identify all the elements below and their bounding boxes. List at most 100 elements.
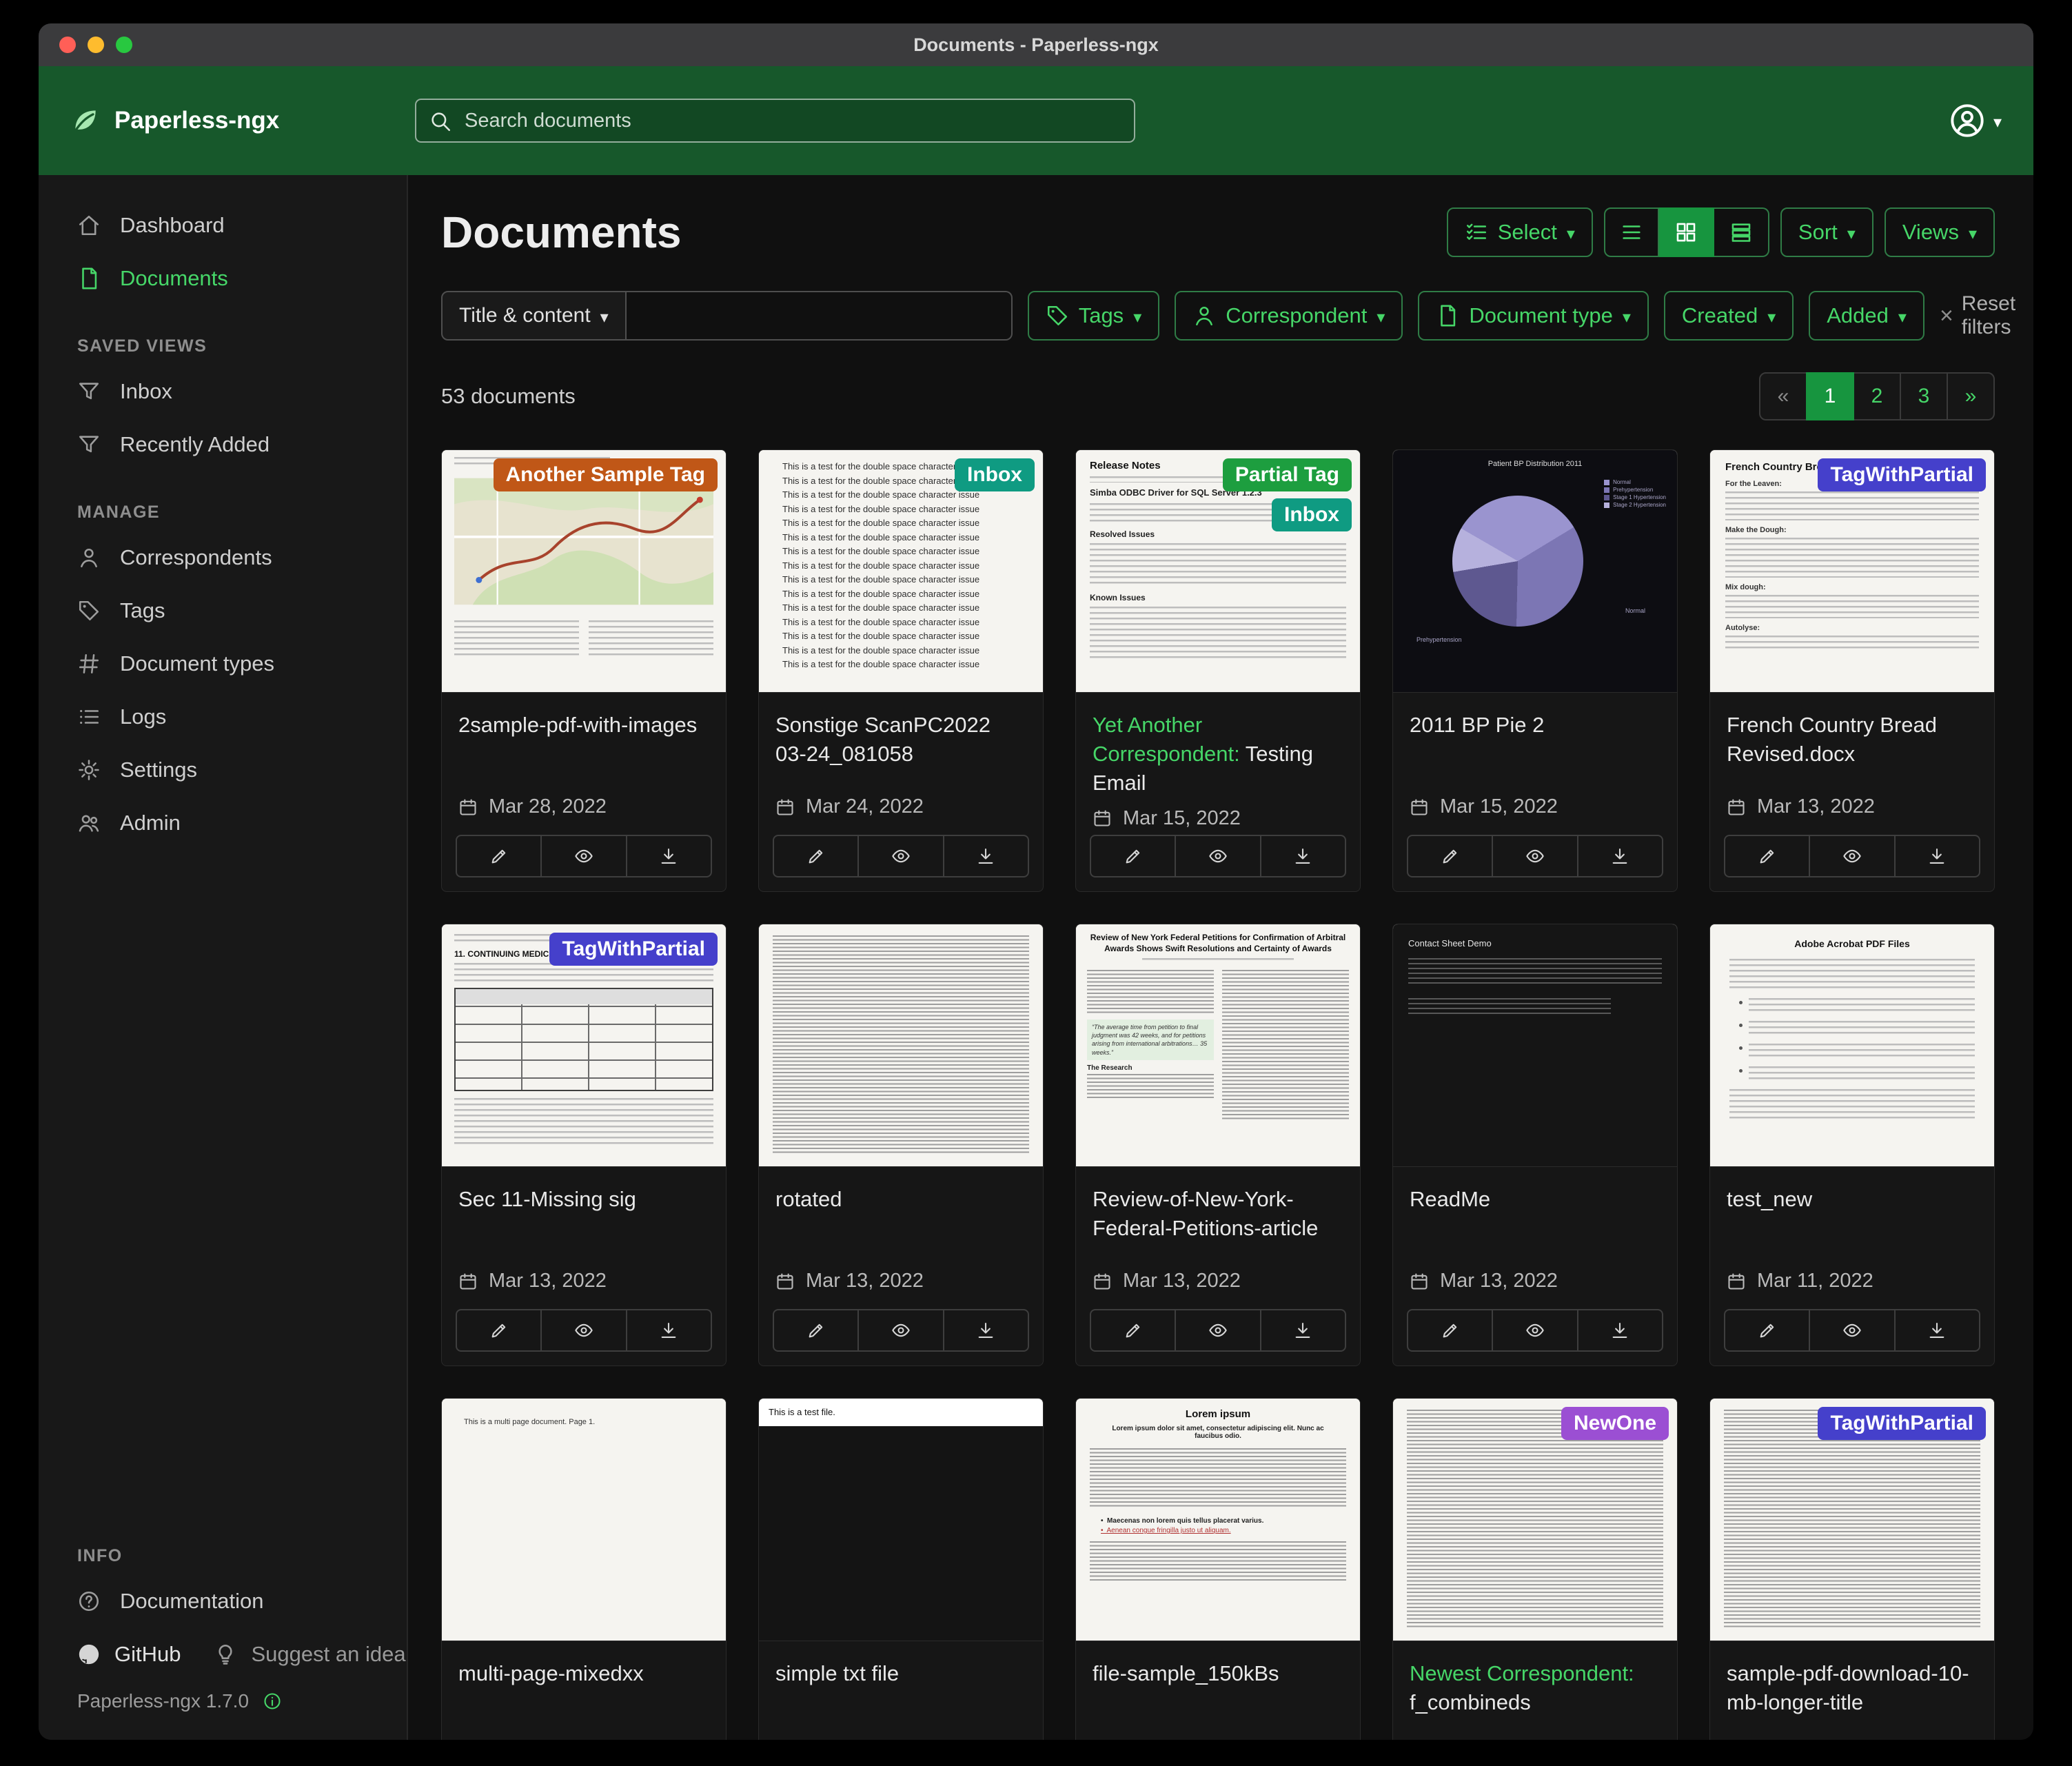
- edit-button[interactable]: [1091, 1310, 1175, 1350]
- document-title[interactable]: file-sample_150kBs: [1093, 1659, 1343, 1688]
- close-window-button[interactable]: [59, 37, 76, 53]
- pagination-page-1[interactable]: 1: [1806, 372, 1854, 420]
- created-filter-button[interactable]: Created ▾: [1664, 291, 1794, 341]
- sidebar-item-correspondents[interactable]: Correspondents: [39, 531, 407, 584]
- filter-query-input[interactable]: [627, 291, 1013, 341]
- document-title[interactable]: sample-pdf-download-10-mb-longer-title: [1727, 1659, 1978, 1717]
- pagination-page-2[interactable]: 2: [1853, 372, 1901, 420]
- view-list-button[interactable]: [1604, 207, 1659, 257]
- tag-badge-tagwithpartial[interactable]: TagWithPartial: [549, 933, 718, 966]
- edit-button[interactable]: [1408, 1310, 1492, 1350]
- pagination-next[interactable]: »: [1947, 372, 1995, 420]
- tag-badge-another-sample-tag[interactable]: Another Sample Tag: [494, 458, 718, 491]
- preview-button[interactable]: [1492, 1310, 1576, 1350]
- edit-button[interactable]: [1408, 836, 1492, 876]
- preview-button[interactable]: [1175, 836, 1259, 876]
- minimize-window-button[interactable]: [88, 37, 104, 53]
- download-button[interactable]: [1577, 836, 1662, 876]
- document-title[interactable]: ReadMe: [1410, 1185, 1660, 1214]
- pagination-page-3[interactable]: 3: [1900, 372, 1948, 420]
- pagination-prev[interactable]: «: [1759, 372, 1807, 420]
- edit-button[interactable]: [774, 1310, 857, 1350]
- tag-badge-inbox[interactable]: Inbox: [1272, 498, 1352, 531]
- document-thumbnail[interactable]: This is a test file.: [759, 1399, 1043, 1641]
- document-correspondent-link[interactable]: Newest Correspondent:: [1410, 1661, 1634, 1685]
- document-thumbnail[interactable]: This is a multi page document. Page 1.: [442, 1399, 726, 1641]
- sidebar-item-logs[interactable]: Logs: [39, 690, 407, 743]
- suggest-idea-link[interactable]: Suggest an idea: [214, 1642, 405, 1667]
- document-title[interactable]: test_new: [1727, 1185, 1978, 1214]
- download-button[interactable]: [626, 1310, 711, 1350]
- sidebar-item-admin[interactable]: Admin: [39, 796, 407, 849]
- document-correspondent-link[interactable]: Yet Another Correspondent:: [1093, 713, 1240, 766]
- download-button[interactable]: [1894, 1310, 1979, 1350]
- sidebar-item-tags[interactable]: Tags: [39, 584, 407, 637]
- tag-badge-newone[interactable]: NewOne: [1561, 1407, 1669, 1440]
- edit-button[interactable]: [1725, 836, 1809, 876]
- info-icon[interactable]: [263, 1692, 282, 1711]
- document-thumbnail[interactable]: Adobe Acrobat PDF Files: [1710, 924, 1994, 1167]
- document-title[interactable]: rotated: [775, 1185, 1026, 1214]
- download-button[interactable]: [1260, 1310, 1345, 1350]
- sidebar-item-documentation[interactable]: Documentation: [39, 1574, 407, 1627]
- title-content-dropdown[interactable]: Title & content ▾: [441, 291, 627, 341]
- edit-button[interactable]: [1091, 836, 1175, 876]
- document-title[interactable]: simple txt file: [775, 1659, 1026, 1688]
- sort-button[interactable]: Sort ▾: [1780, 207, 1873, 257]
- tag-badge-tagwithpartial[interactable]: TagWithPartial: [1818, 1407, 1986, 1440]
- views-button[interactable]: Views ▾: [1885, 207, 1995, 257]
- edit-button[interactable]: [457, 836, 540, 876]
- user-menu[interactable]: ▾: [1949, 103, 2002, 139]
- app-brand[interactable]: Paperless-ngx: [70, 105, 415, 136]
- document-thumbnail[interactable]: Lorem ipsum Lorem ipsum dolor sit amet, …: [1076, 1399, 1360, 1641]
- reset-filters-button[interactable]: × Reset filters: [1940, 292, 2015, 339]
- document-title[interactable]: Sec 11-Missing sig: [458, 1185, 709, 1214]
- sidebar-item-settings[interactable]: Settings: [39, 743, 407, 796]
- document-title[interactable]: Yet Another Correspondent: Testing Email: [1093, 711, 1343, 798]
- tag-badge-tagwithpartial[interactable]: TagWithPartial: [1818, 458, 1986, 491]
- sidebar-item-document-types[interactable]: Document types: [39, 637, 407, 690]
- document-title[interactable]: 2011 BP Pie 2: [1410, 711, 1660, 740]
- select-button[interactable]: Select ▾: [1447, 207, 1593, 257]
- edit-button[interactable]: [457, 1310, 540, 1350]
- edit-button[interactable]: [1725, 1310, 1809, 1350]
- download-button[interactable]: [943, 836, 1028, 876]
- download-button[interactable]: [1260, 836, 1345, 876]
- sidebar-item-inbox[interactable]: Inbox: [39, 365, 407, 418]
- document-title[interactable]: Review-of-New-York-Federal-Petitions-art…: [1093, 1185, 1343, 1243]
- document-thumbnail[interactable]: Contact Sheet Demo: [1393, 924, 1677, 1167]
- preview-button[interactable]: [540, 1310, 625, 1350]
- document-title[interactable]: Newest Correspondent: f_combineds: [1410, 1659, 1660, 1717]
- preview-button[interactable]: [540, 836, 625, 876]
- preview-button[interactable]: [1809, 836, 1893, 876]
- view-details-button[interactable]: [1714, 207, 1769, 257]
- search-input[interactable]: [415, 99, 1135, 143]
- document-thumbnail[interactable]: Review of New York Federal Petitions for…: [1076, 924, 1360, 1167]
- sidebar-item-documents[interactable]: Documents: [39, 252, 407, 305]
- preview-button[interactable]: [1175, 1310, 1259, 1350]
- document-title[interactable]: 2sample-pdf-with-images: [458, 711, 709, 740]
- preview-button[interactable]: [1809, 1310, 1893, 1350]
- sidebar-item-dashboard[interactable]: Dashboard: [39, 199, 407, 252]
- preview-button[interactable]: [857, 836, 942, 876]
- correspondent-filter-button[interactable]: Correspondent ▾: [1175, 291, 1403, 341]
- download-button[interactable]: [1894, 836, 1979, 876]
- document-type-filter-button[interactable]: Document type ▾: [1418, 291, 1649, 341]
- download-button[interactable]: [1577, 1310, 1662, 1350]
- document-title[interactable]: Sonstige ScanPC2022 03-24_081058: [775, 711, 1026, 769]
- sidebar-item-recently-added[interactable]: Recently Added: [39, 418, 407, 471]
- download-button[interactable]: [626, 836, 711, 876]
- document-title[interactable]: French Country Bread Revised.docx: [1727, 711, 1978, 769]
- github-link[interactable]: GitHub: [77, 1642, 181, 1667]
- added-filter-button[interactable]: Added ▾: [1809, 291, 1924, 341]
- preview-button[interactable]: [857, 1310, 942, 1350]
- document-thumbnail[interactable]: [759, 924, 1043, 1167]
- view-grid-button[interactable]: [1659, 207, 1714, 257]
- tags-filter-button[interactable]: Tags ▾: [1028, 291, 1160, 341]
- zoom-window-button[interactable]: [116, 37, 132, 53]
- document-thumbnail[interactable]: Patient BP Distribution 2011 Normal Preh…: [1393, 450, 1677, 693]
- edit-button[interactable]: [774, 836, 857, 876]
- tag-badge-partial-tag[interactable]: Partial Tag: [1223, 458, 1352, 491]
- tag-badge-inbox[interactable]: Inbox: [955, 458, 1035, 491]
- download-button[interactable]: [943, 1310, 1028, 1350]
